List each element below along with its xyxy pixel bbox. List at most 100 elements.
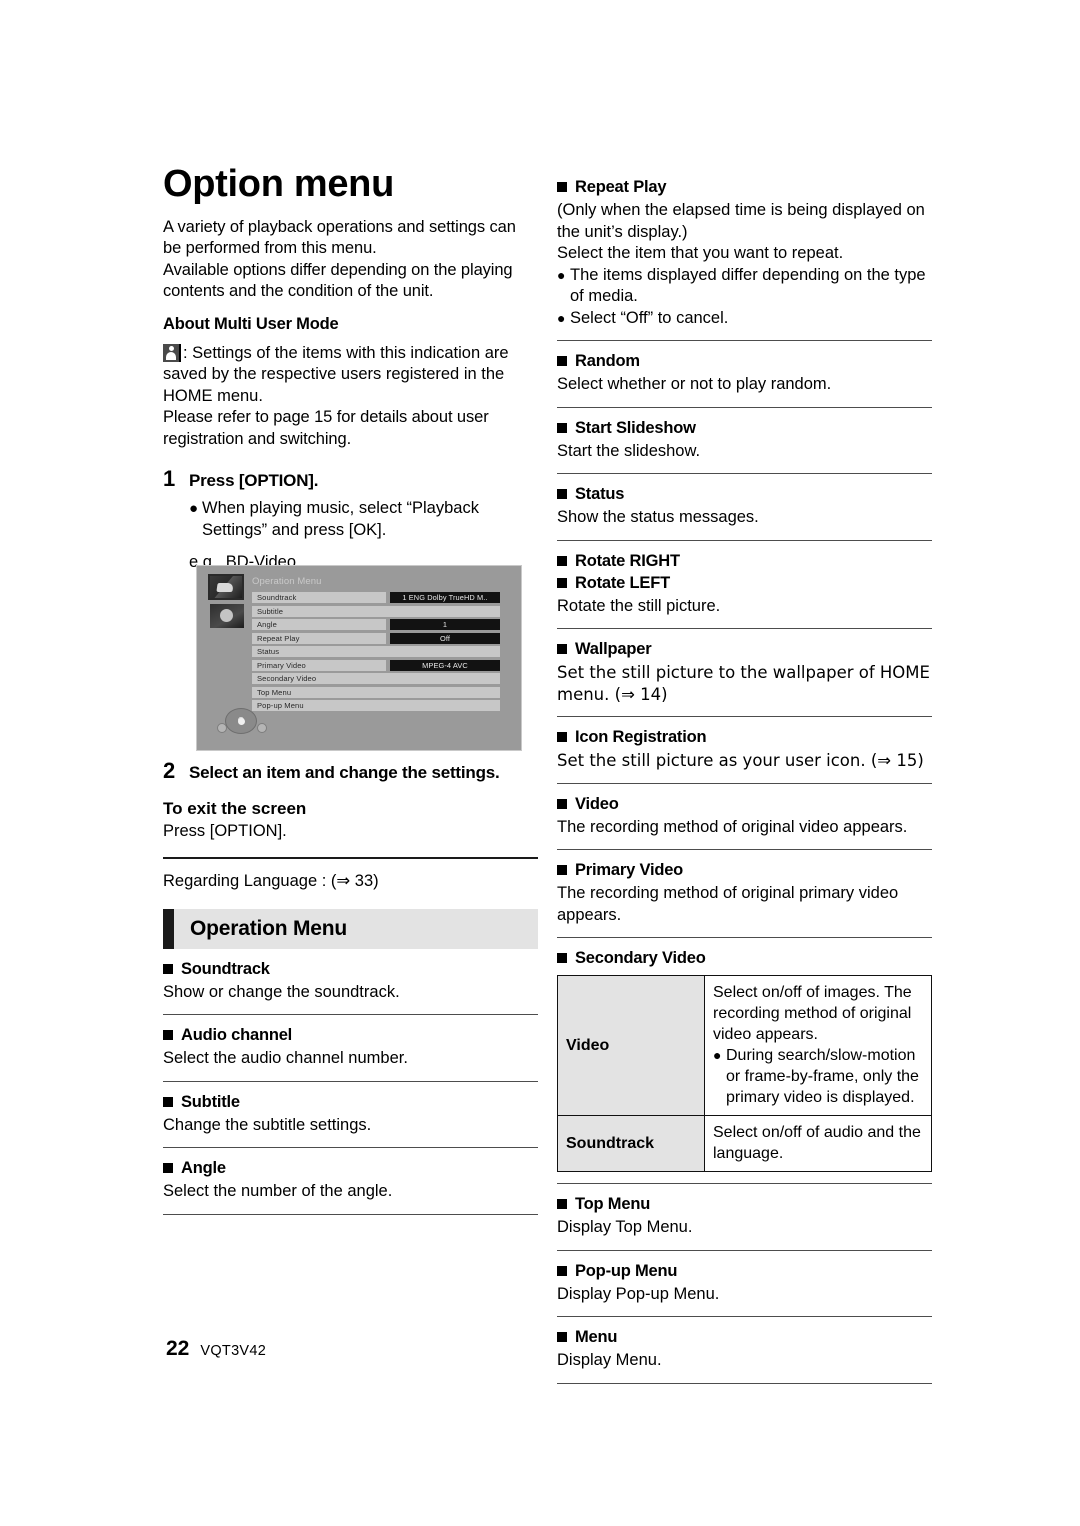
square-bullet-icon [557,489,567,499]
device-menu-rows: Soundtrack 1 ENG Dolby TrueHD M.. Subtit… [252,592,500,714]
device-row-label: Subtitle [252,605,500,617]
table-cell-key: Soundtrack [557,1115,705,1172]
page-footer: 22 VQT3V42 [166,1337,266,1361]
item-subtitle: Subtitle [163,1093,538,1112]
device-menu-row[interactable]: Repeat Play Off [252,632,500,644]
device-menu-row[interactable]: Soundtrack 1 ENG Dolby TrueHD M.. [252,592,500,603]
pad-ring-icon [225,708,257,734]
device-row-value: MPEG-4 AVC [390,659,500,671]
item-top-menu: Top Menu [557,1195,932,1214]
device-menu-row[interactable]: Angle 1 [252,619,500,630]
divider [557,937,932,938]
square-bullet-icon [557,732,567,742]
item-bullet: ● Select “Off” to cancel. [557,308,932,330]
square-bullet-icon [557,1199,567,1209]
multi-user-note: : Settings of the items with this indica… [163,343,538,408]
divider [557,782,932,784]
divider [163,1014,538,1015]
item-desc: Rotate the still picture. [557,596,721,615]
divider [557,1316,932,1317]
disc-thumbnail-icon [208,574,244,600]
exit-heading: To exit the screen [163,799,307,818]
device-menu-row[interactable]: Pop-up Menu [252,700,500,711]
divider [557,340,932,341]
device-menu-row[interactable]: Top Menu [252,686,500,698]
item-desc: Set the still picture as your user icon.… [557,751,924,770]
item-title: Status [575,485,625,503]
item-repeat-play: Repeat Play [557,178,932,197]
page-title: Option menu [163,163,395,205]
square-bullet-icon [557,356,567,366]
item-title: Rotate RIGHT [575,551,680,570]
item-menu: Menu [557,1328,932,1347]
item-bullet: ● The items displayed differ depending o… [557,265,932,308]
banner-tab-marker [163,908,174,949]
exit-text: Press [OPTION]. [163,822,287,840]
divider [557,473,932,474]
device-screenshot: Operation Menu Soundtrack 1 ENG Dolby Tr… [196,565,522,751]
device-row-value: 1 [390,619,500,630]
item-status: Status [557,485,932,504]
device-row-value: 1 ENG Dolby TrueHD M.. [390,592,500,603]
device-row-label: Repeat Play [252,632,386,644]
square-bullet-icon [163,1163,173,1173]
bullet-dot-icon: ● [557,266,566,283]
square-bullet-icon [557,644,567,654]
item-desc: (Only when the elapsed time is being dis… [557,201,925,241]
item-wallpaper: Wallpaper [557,640,932,659]
device-row-label: Secondary Video [252,673,500,684]
item-desc: Display Top Menu. [557,1218,693,1236]
divider [557,628,932,629]
device-menu-row[interactable]: Status [252,646,500,657]
item-title: Subtitle [181,1092,240,1111]
device-row-value: Off [390,632,500,644]
square-bullet-icon [163,963,173,974]
divider [163,1147,538,1148]
item-rotate-left: Rotate LEFT [557,574,932,593]
item-audio-channel: Audio channel [163,1026,538,1045]
item-title: Soundtrack [181,959,270,978]
device-menu-row[interactable]: Subtitle [252,605,500,617]
square-bullet-icon [557,1332,567,1342]
item-angle: Angle [163,1159,538,1178]
bullet-dot-icon: ● [189,500,199,518]
direction-pad-icon [217,708,267,734]
secondary-video-table: Video Select on/off of images. The recor… [557,975,932,1172]
item-desc: Select whether or not to play random. [557,375,832,393]
divider [557,539,932,541]
divider [557,716,932,717]
media-thumbnail-icon [210,604,244,628]
square-bullet-icon [557,953,567,963]
item-title: Secondary Video [575,949,706,967]
step-1-bullet: ● When playing music, select “Playback S… [189,498,538,541]
table-cell-key: Video [557,975,705,1116]
divider [163,1080,538,1082]
page-number: 22 [166,1337,190,1360]
item-desc: Select the number of the angle. [163,1182,393,1200]
item-title: Top Menu [575,1195,651,1213]
table-cell-text: Select on/off of images. The recording m… [713,984,912,1043]
divider [557,1249,932,1251]
square-bullet-icon [557,798,567,809]
device-menu-row[interactable]: Secondary Video [252,673,500,684]
device-row-label: Primary Video [252,659,386,671]
square-bullet-icon [163,1030,173,1040]
device-menu-row[interactable]: Primary Video MPEG-4 AVC [252,659,500,671]
multi-user-note-text: : Settings of the items with this indica… [163,343,509,405]
section-title: Operation Menu [190,916,348,940]
step-1-number: 1 [163,466,176,492]
manual-page: Option menu A variety of playback operat… [0,0,1080,1526]
table-cell-bullet: ● During search/slow-motion or frame-by-… [713,1045,923,1108]
step-2-number: 2 [163,758,176,783]
item-bullet-text: The items displayed differ depending on … [570,265,926,306]
left-column-upper: Option menu A variety of playback operat… [163,163,538,572]
step-1: 1 Press [OPTION]. [163,466,538,492]
square-bullet-icon [557,577,567,588]
device-row-label: Top Menu [252,686,500,698]
item-bullet-text: Select “Off” to cancel. [570,308,729,327]
regarding-language: Regarding Language : (⇒ 33) [163,871,379,890]
item-random: Random [557,352,932,371]
item-desc: Show the status messages. [557,508,759,526]
item-icon-registration: Icon Registration [557,728,932,747]
item-desc: Display Pop-up Menu. [557,1284,720,1303]
